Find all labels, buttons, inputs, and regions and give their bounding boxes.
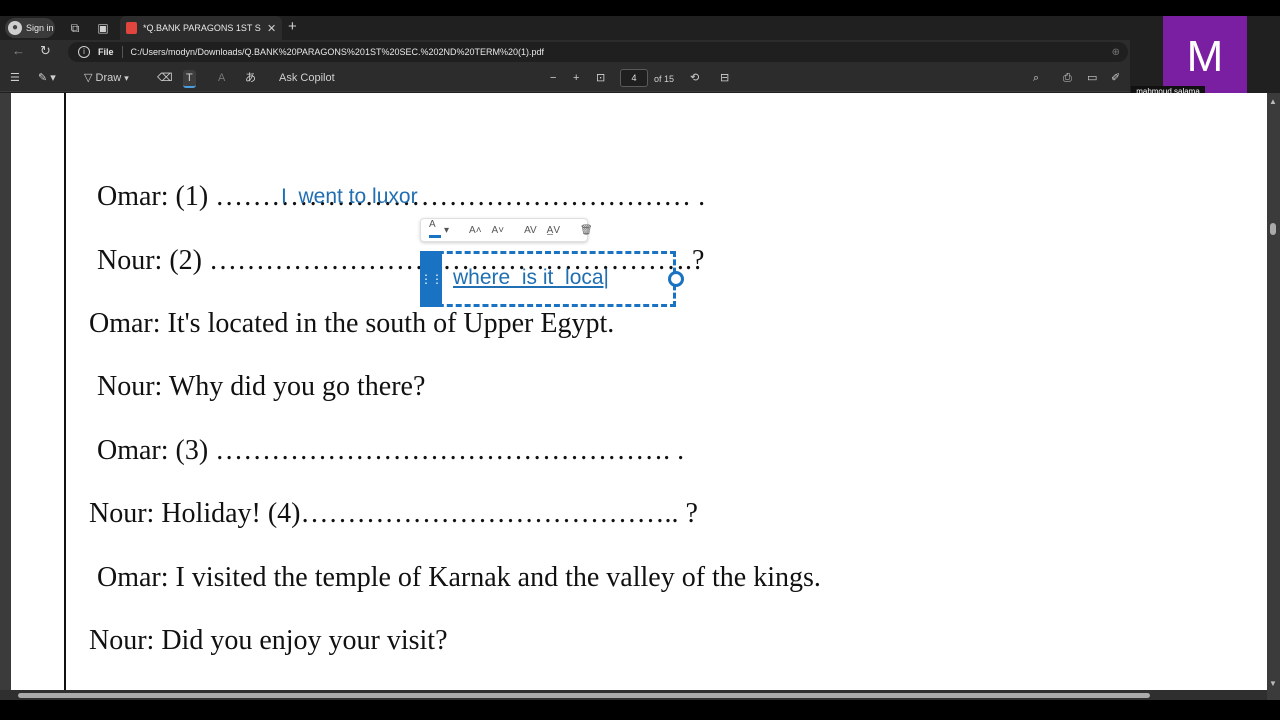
top-strip — [0, 0, 1280, 16]
read-aloud-icon[interactable]: あ — [245, 70, 256, 86]
tab-title: *Q.BANK PARAGONS 1ST SEC. 2ND — [143, 23, 261, 33]
text-color-button[interactable]: A ▾ — [429, 219, 449, 241]
sign-in-button[interactable]: ● Sign in — [5, 18, 55, 38]
erase-icon[interactable]: ⌫ — [157, 70, 173, 86]
zoom-icon[interactable]: ⊕ — [1112, 47, 1120, 58]
text-format-icon[interactable]: A — [218, 70, 225, 86]
dialogue-line: Nour: Did you enjoy your visit? — [89, 625, 448, 656]
close-tab-icon[interactable]: ✕ — [267, 22, 276, 35]
print-icon[interactable]: ⎙ — [1063, 70, 1072, 86]
text-spacing-icon[interactable]: AV — [524, 225, 537, 236]
app-window: ● Sign in ⧉ ▣ *Q.BANK PARAGONS 1ST SEC. … — [0, 0, 1280, 720]
bottom-strip — [0, 700, 1280, 720]
zoom-out-icon[interactable]: − — [550, 70, 556, 86]
back-icon[interactable]: ← — [12, 43, 25, 58]
pdf-icon — [126, 22, 137, 34]
draw-label: Draw — [95, 72, 122, 84]
contents-icon[interactable]: ☰ — [10, 70, 20, 86]
tab-bar: ● Sign in ⧉ ▣ *Q.BANK PARAGONS 1ST SEC. … — [0, 16, 1280, 40]
dialogue-line: Nour: Why did you go there? — [97, 371, 426, 402]
search-icon[interactable]: ⌕ — [1033, 70, 1039, 86]
chevron-down-icon: ▾ — [124, 73, 129, 83]
page-count: of 15 — [654, 74, 675, 84]
text-annotation[interactable]: I went to luxor — [281, 185, 418, 209]
rotate-icon[interactable]: ⟲ — [690, 70, 699, 86]
horizontal-scrollbar[interactable] — [0, 690, 1267, 700]
file-label: File — [98, 47, 114, 57]
document-area: Omar: (1) …………………………………………… . I went to … — [0, 93, 1280, 720]
divider — [121, 46, 123, 58]
zoom-in-icon[interactable]: + — [573, 70, 579, 86]
delete-icon[interactable]: 🗑 — [580, 225, 593, 236]
dialogue-line: Nour: Holiday! (4)………………………………….. ? — [89, 498, 698, 529]
text-color-icon: A — [429, 219, 441, 241]
dialogue-line: Omar: I visited the temple of Karnak and… — [97, 562, 821, 593]
scroll-thumb[interactable] — [1270, 223, 1276, 235]
text-direction-icon[interactable]: A̲V — [547, 225, 560, 236]
sign-in-label: Sign in — [26, 23, 54, 33]
annotation-text-input[interactable]: where is it loca| — [453, 266, 609, 290]
ask-copilot-button[interactable]: Ask Copilot — [279, 70, 335, 86]
add-text-icon[interactable]: T — [183, 70, 196, 88]
drag-handle-icon[interactable]: ⋮⋮ — [420, 251, 443, 307]
new-tab-icon[interactable]: + — [288, 18, 297, 35]
url-text[interactable]: C:/Users/modyn/Downloads/Q.BANK%20PARAGO… — [131, 47, 545, 57]
tab-pdf[interactable]: *Q.BANK PARAGONS 1ST SEC. 2ND ✕ — [120, 16, 282, 40]
pdf-toolbar: ☰ ✎ ▾ ▽ Draw ▾ ⌫ T A あ Ask Copilot − + ⊡… — [0, 64, 1130, 92]
scroll-down-icon[interactable]: ▼ — [1269, 679, 1277, 688]
collections-icon[interactable]: ⧉ — [67, 20, 83, 36]
address-bar[interactable]: i File C:/Users/modyn/Downloads/Q.BANK%2… — [68, 42, 1128, 62]
draw-icon: ▽ — [84, 72, 93, 84]
scroll-up-icon[interactable]: ▲ — [1269, 97, 1277, 106]
chevron-down-icon: ▾ — [444, 224, 450, 236]
refresh-icon[interactable]: ↻ — [40, 43, 51, 59]
page-view-icon[interactable]: ⊟ — [720, 70, 729, 86]
scroll-thumb[interactable] — [18, 693, 1150, 698]
annotation-edit-box[interactable]: ⋮⋮ where is it loca| — [420, 251, 684, 307]
fit-page-icon[interactable]: ⊡ — [596, 70, 605, 86]
margin-line — [64, 93, 66, 690]
user-avatar-icon: ● — [8, 21, 22, 35]
dialogue-line: Omar: It's located in the south of Upper… — [89, 308, 615, 339]
annotation-toolbar: A ▾ A˄ A˅ AV A̲V 🗑 — [420, 218, 593, 242]
page-number-input[interactable]: 4 — [620, 69, 648, 87]
tab-actions-icon[interactable]: ▣ — [95, 20, 111, 36]
decrease-font-icon[interactable]: A˅ — [492, 225, 505, 236]
highlight-icon[interactable]: ✎ ▾ — [38, 70, 56, 86]
pdf-page[interactable]: Omar: (1) …………………………………………… . I went to … — [11, 93, 1267, 690]
resize-handle[interactable] — [668, 271, 684, 287]
dialogue-line: Omar: (3) …………………………………………. . — [97, 435, 685, 466]
vertical-scrollbar[interactable]: ▲ ▼ — [1267, 93, 1280, 690]
draw-button[interactable]: ▽ Draw ▾ — [84, 70, 129, 86]
increase-font-icon[interactable]: A˄ — [469, 225, 482, 236]
info-icon[interactable]: i — [78, 46, 90, 58]
address-bar-row: ← ↻ i File C:/Users/modyn/Downloads/Q.BA… — [0, 40, 1130, 64]
save-as-icon[interactable]: ✐ — [1111, 70, 1120, 86]
save-icon[interactable]: ▭ — [1087, 70, 1097, 86]
